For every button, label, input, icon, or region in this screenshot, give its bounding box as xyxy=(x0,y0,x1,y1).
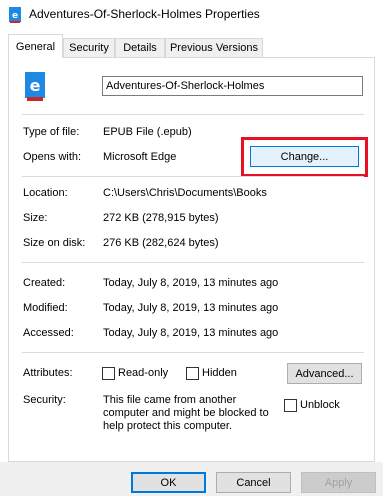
created-value: Today, July 8, 2019, 13 minutes ago xyxy=(103,277,279,289)
dialog-footer: OK Cancel Apply xyxy=(0,462,383,496)
location-label: Location: xyxy=(23,187,68,199)
ok-button[interactable]: OK xyxy=(131,472,206,493)
accessed-label: Accessed: xyxy=(23,327,74,339)
apply-button[interactable]: Apply xyxy=(301,472,376,493)
size-value: 272 KB (278,915 bytes) xyxy=(103,212,219,224)
read-only-label[interactable]: Read-only xyxy=(118,367,168,379)
security-label: Security: xyxy=(23,394,66,406)
size-on-disk-label: Size on disk: xyxy=(23,237,86,249)
read-only-checkbox[interactable] xyxy=(102,367,115,380)
tab-details[interactable]: Details xyxy=(115,38,165,57)
advanced-button[interactable]: Advanced... xyxy=(287,363,362,384)
tab-security[interactable]: Security xyxy=(63,38,115,57)
cancel-button[interactable]: Cancel xyxy=(216,472,291,493)
window-title: Adventures-Of-Sherlock-Holmes Properties xyxy=(29,7,260,21)
modified-label: Modified: xyxy=(23,302,68,314)
attributes-label: Attributes: xyxy=(23,367,73,379)
epub-file-large-icon: e xyxy=(25,72,45,101)
separator xyxy=(22,176,364,177)
svg-text:e: e xyxy=(12,11,18,21)
unblock-checkbox[interactable] xyxy=(284,399,297,412)
modified-value: Today, July 8, 2019, 13 minutes ago xyxy=(103,302,279,314)
tab-bar: General Security Details Previous Versio… xyxy=(0,31,383,58)
opens-with-value: Microsoft Edge xyxy=(103,151,177,163)
separator xyxy=(22,262,364,263)
separator xyxy=(22,352,364,353)
tab-general[interactable]: General xyxy=(8,34,63,58)
hidden-label[interactable]: Hidden xyxy=(202,367,237,379)
type-of-file-label: Type of file: xyxy=(23,126,80,138)
title-bar[interactable]: e Adventures-Of-Sherlock-Holmes Properti… xyxy=(0,0,383,31)
change-button[interactable]: Change... xyxy=(250,146,359,167)
filename-field[interactable] xyxy=(102,76,363,96)
tab-previous-versions[interactable]: Previous Versions xyxy=(165,38,263,57)
location-value: C:\Users\Chris\Documents\Books xyxy=(103,187,267,199)
epub-file-icon: e xyxy=(9,7,21,23)
type-of-file-value: EPUB File (.epub) xyxy=(103,126,192,138)
hidden-checkbox[interactable] xyxy=(186,367,199,380)
separator xyxy=(22,114,364,115)
security-warning-text: This file came from another computer and… xyxy=(103,394,269,432)
unblock-label[interactable]: Unblock xyxy=(300,399,340,411)
size-label: Size: xyxy=(23,212,48,224)
svg-text:e: e xyxy=(30,76,41,95)
opens-with-label: Opens with: xyxy=(23,151,82,163)
size-on-disk-value: 276 KB (282,624 bytes) xyxy=(103,237,219,249)
accessed-value: Today, July 8, 2019, 13 minutes ago xyxy=(103,327,279,339)
created-label: Created: xyxy=(23,277,66,289)
